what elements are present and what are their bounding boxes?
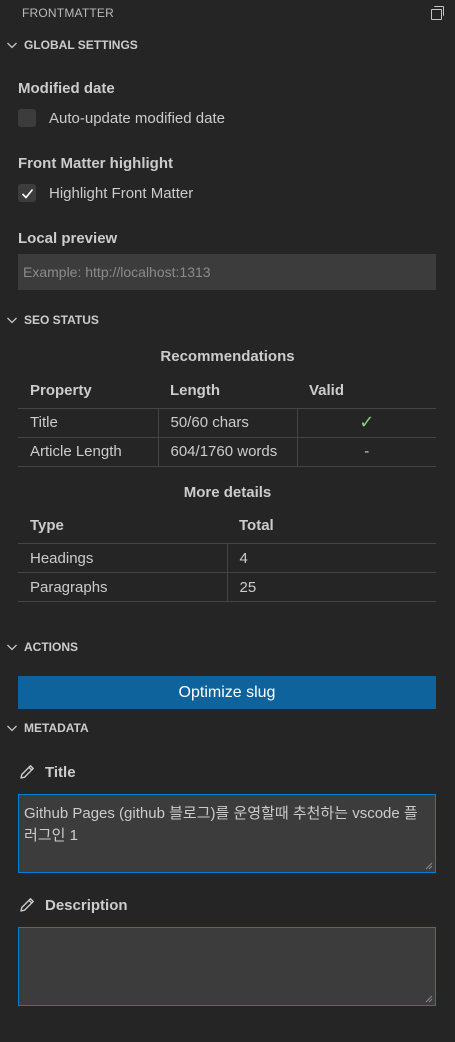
table-cell: 50/60 chars	[157, 408, 297, 438]
title-value: Github Pages (github 블로그)를 운영할때 추천하는 vsc…	[24, 805, 418, 844]
table-cell: Article Length	[18, 437, 158, 467]
section-metadata-label: METADATA	[24, 721, 89, 735]
front-matter-highlight-title: Front Matter highlight	[18, 155, 173, 172]
section-seo-status-label: SEO STATUS	[24, 313, 99, 327]
section-seo-status[interactable]: SEO STATUS	[0, 309, 455, 331]
table-cell: Headings	[18, 543, 227, 573]
table-header-row: Property Length Valid	[18, 373, 436, 409]
table-cell: 604/1760 words	[157, 437, 297, 467]
chevron-down-icon	[7, 42, 17, 49]
panel-title: FRONTMATTER	[22, 6, 114, 20]
local-preview-title: Local preview	[18, 230, 118, 247]
more-details-title: More details	[183, 483, 272, 501]
table-row: Paragraphs 25	[18, 572, 436, 602]
title-label-text: Title	[45, 763, 76, 781]
checkbox-box[interactable]	[18, 184, 36, 202]
section-actions[interactable]: ACTIONS	[0, 636, 455, 658]
column-header: Length	[158, 373, 297, 409]
section-global-settings-label: GLOBAL SETTINGS	[24, 38, 138, 52]
chevron-down-icon	[7, 317, 17, 324]
pencil-icon	[20, 765, 34, 779]
column-header: Valid	[297, 373, 436, 409]
section-global-settings[interactable]: GLOBAL SETTINGS	[0, 34, 455, 56]
section-metadata[interactable]: METADATA	[0, 717, 455, 739]
metadata-title-label: Title	[0, 763, 455, 781]
table-cell: Paragraphs	[18, 572, 227, 602]
table-row: Headings 4	[18, 543, 436, 573]
valid-check-icon: ✓	[359, 412, 375, 432]
column-header: Type	[18, 508, 227, 544]
table-cell: 25	[226, 572, 436, 602]
optimize-slug-button[interactable]: Optimize slug	[18, 676, 436, 709]
checkbox-label: Highlight Front Matter	[49, 184, 194, 202]
metadata-description-label: Description	[0, 896, 455, 914]
description-textarea[interactable]	[18, 927, 436, 1006]
table-row: Title 50/60 chars ✓	[18, 408, 436, 438]
table-row: Article Length 604/1760 words -	[18, 437, 436, 467]
section-actions-label: ACTIONS	[24, 640, 78, 654]
chevron-down-icon	[7, 725, 17, 732]
check-icon	[21, 188, 33, 199]
resize-grip-icon[interactable]	[425, 862, 433, 870]
table-header-row: Type Total	[18, 508, 436, 544]
details-table: Type Total Headings 4 Paragraphs 25	[18, 508, 436, 602]
recommendations-table: Property Length Valid Title 50/60 chars …	[18, 373, 436, 467]
local-preview-input[interactable]: Example: http://localhost:1313	[18, 254, 436, 290]
pencil-icon	[20, 898, 34, 912]
auto-update-modified-date-checkbox[interactable]: Auto-update modified date	[0, 109, 455, 127]
title-textarea[interactable]: Github Pages (github 블로그)를 운영할때 추천하는 vsc…	[18, 794, 436, 873]
checkbox-label: Auto-update modified date	[49, 109, 225, 127]
column-header: Property	[18, 373, 158, 409]
panel-header: FRONTMATTER	[0, 0, 455, 26]
description-label-text: Description	[45, 896, 128, 914]
table-cell: -	[296, 437, 436, 467]
highlight-front-matter-checkbox[interactable]: Highlight Front Matter	[0, 184, 455, 202]
chevron-down-icon	[7, 644, 17, 651]
column-header: Total	[227, 508, 436, 544]
modified-date-title: Modified date	[18, 80, 115, 97]
recommendations-title: Recommendations	[160, 348, 295, 365]
table-cell: 4	[226, 543, 436, 573]
table-cell: ✓	[296, 408, 436, 438]
resize-grip-icon[interactable]	[425, 995, 433, 1003]
checkbox-box[interactable]	[18, 109, 36, 127]
table-cell: Title	[18, 408, 158, 438]
restore-view-icon[interactable]	[431, 6, 445, 20]
